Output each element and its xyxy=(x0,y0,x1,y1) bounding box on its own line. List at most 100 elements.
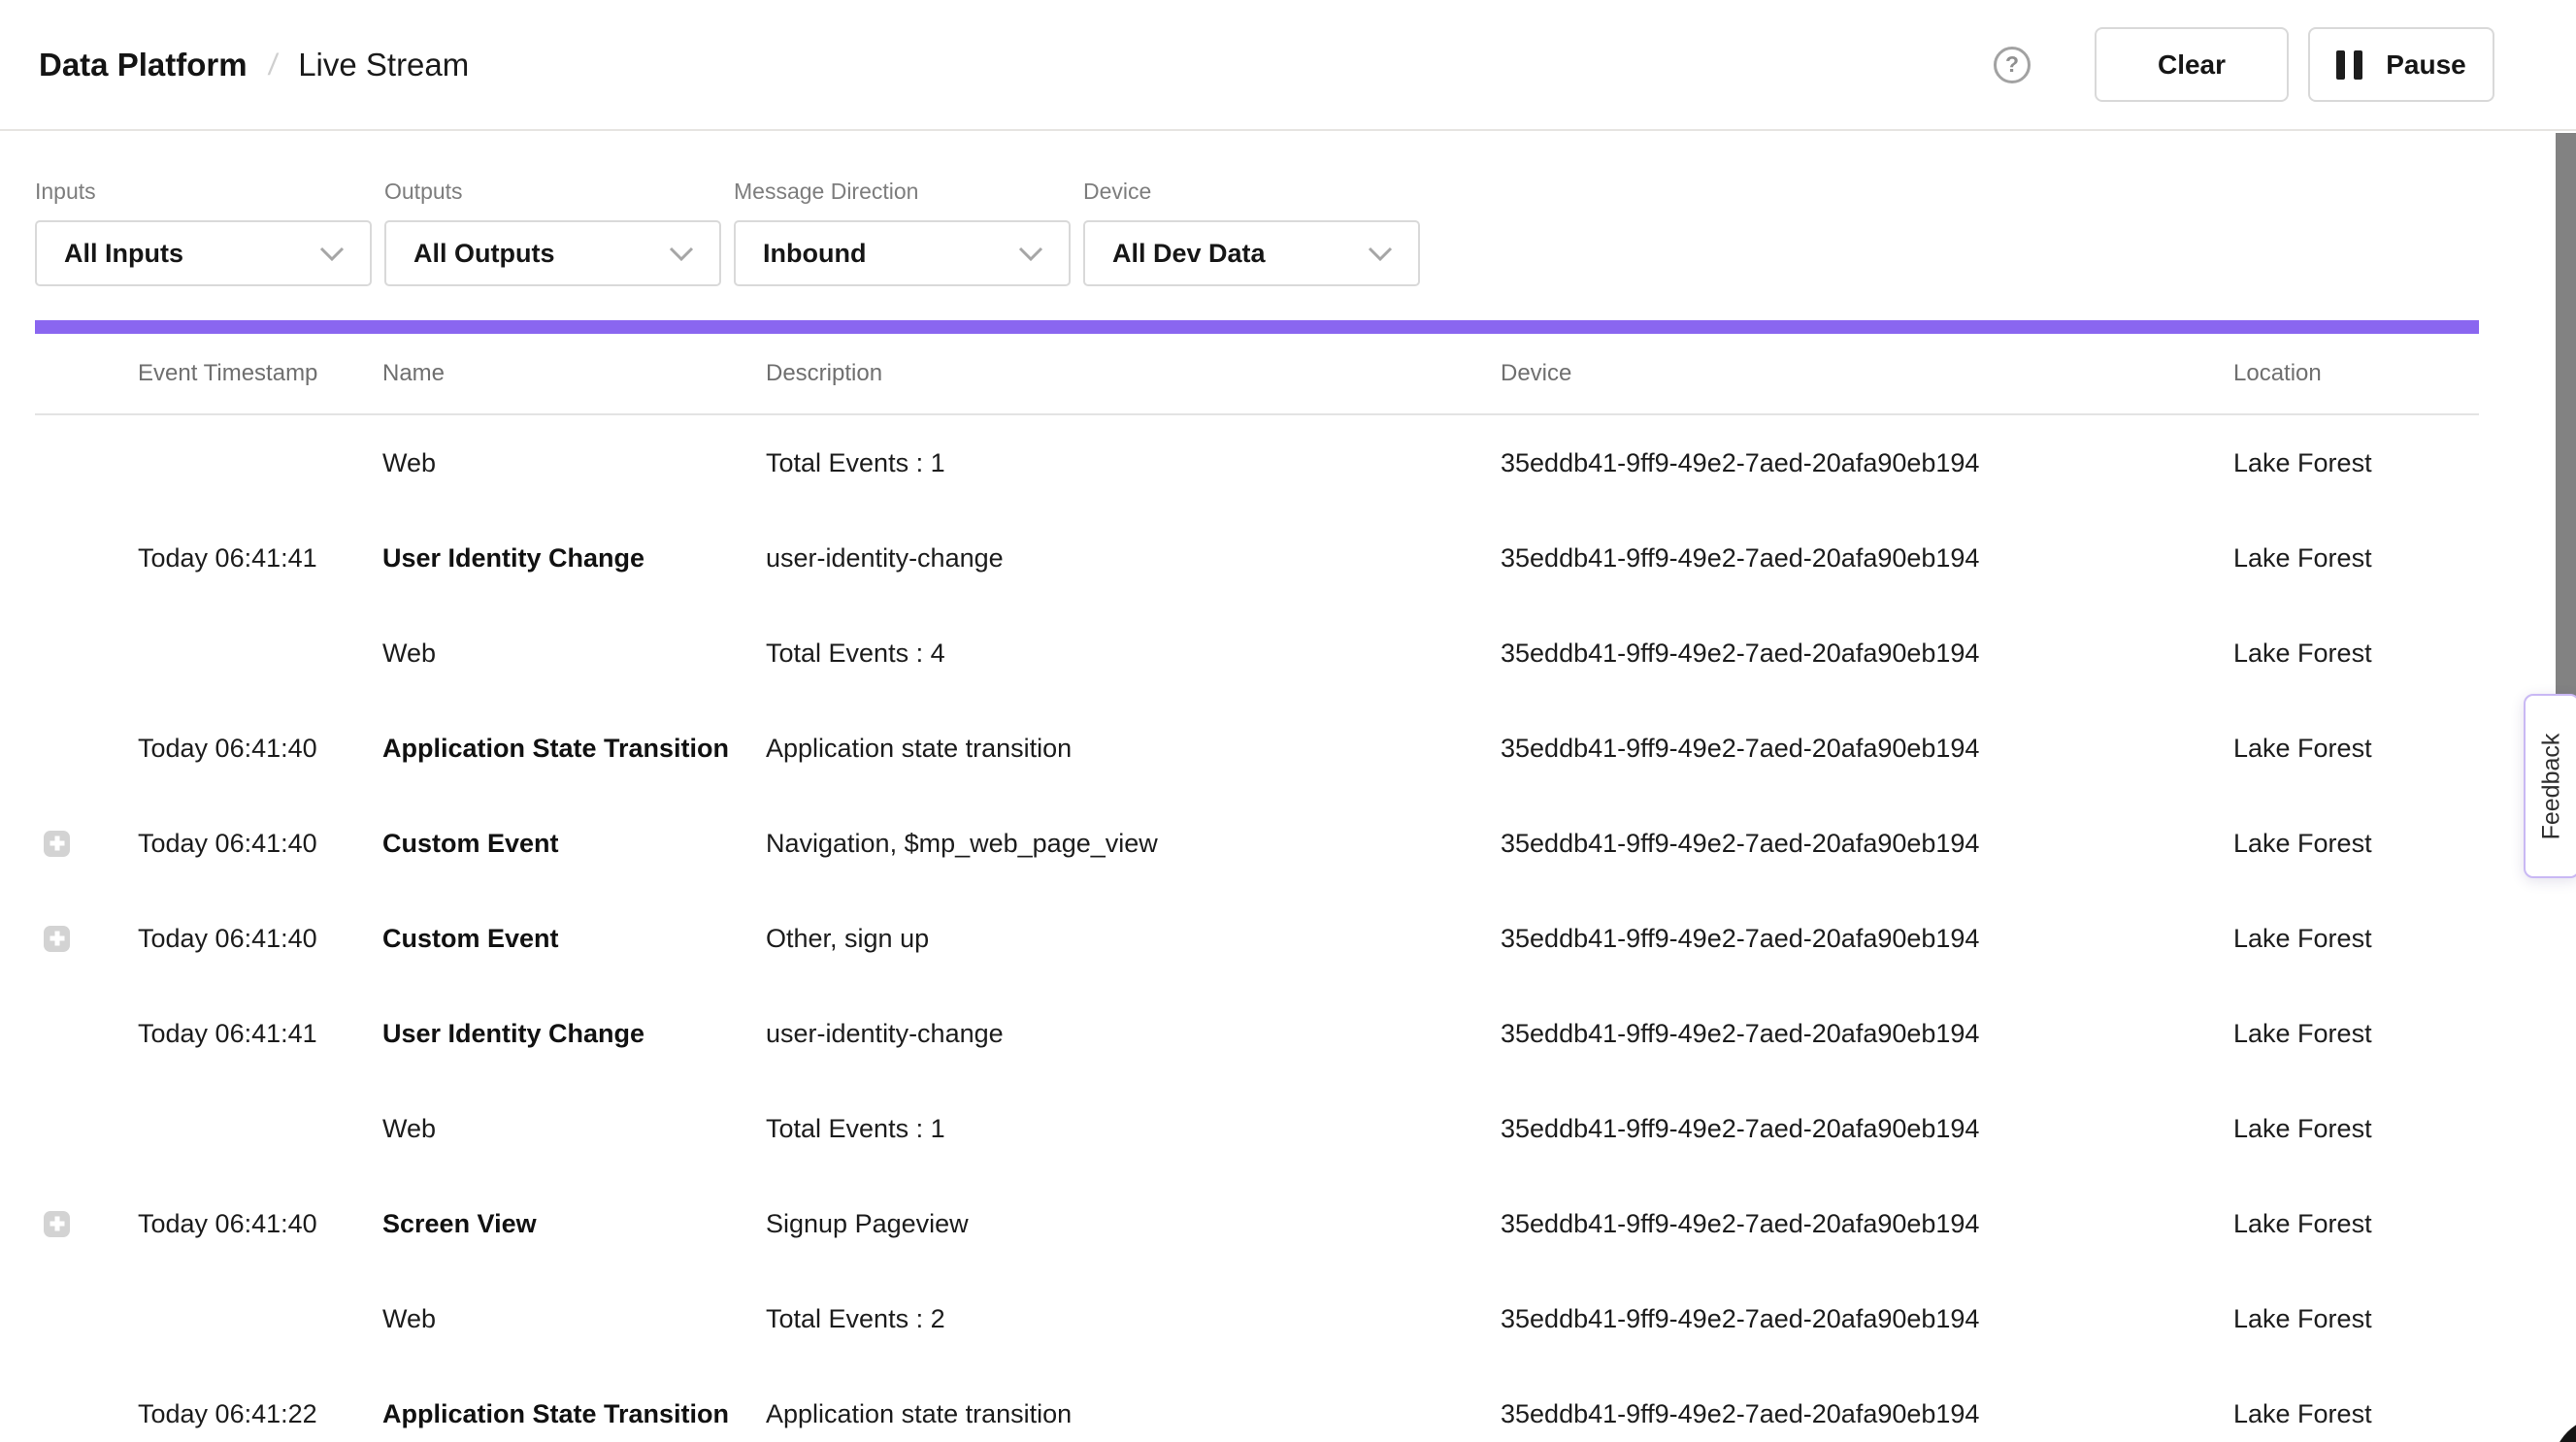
device-dropdown[interactable]: All Dev Data xyxy=(1083,220,1420,286)
event-location: Lake Forest xyxy=(2233,1019,2479,1049)
event-description: Total Events : 4 xyxy=(766,639,1501,669)
event-device-id: 35eddb41-9ff9-49e2-7aed-20afa90eb194 xyxy=(1501,1114,2233,1144)
message-direction-dropdown[interactable]: Inbound xyxy=(734,220,1071,286)
table-row: Today 06:41:40 Application State Transit… xyxy=(35,701,2479,796)
event-location: Lake Forest xyxy=(2233,448,2479,478)
device-dropdown-value: All Dev Data xyxy=(1112,239,1266,269)
event-table: Event Timestamp Name Description Device … xyxy=(35,334,2479,1442)
event-location: Lake Forest xyxy=(2233,734,2479,764)
table-row: Today 06:41:40 Custom Event Other, sign … xyxy=(35,891,2479,986)
expand-cell xyxy=(35,736,138,762)
filter-message-direction-label: Message Direction xyxy=(734,178,1071,205)
table-row: Today 06:41:40 Screen View Signup Pagevi… xyxy=(35,1176,2479,1271)
clear-button[interactable]: Clear xyxy=(2095,27,2289,102)
column-header-timestamp: Event Timestamp xyxy=(138,360,382,387)
help-icon[interactable]: ? xyxy=(1994,47,2031,83)
event-description: Total Events : 1 xyxy=(766,448,1501,478)
event-name: Web xyxy=(382,639,766,669)
stream-progress-bar xyxy=(35,320,2479,334)
event-description: Total Events : 2 xyxy=(766,1304,1501,1334)
column-header-name: Name xyxy=(382,360,766,387)
event-timestamp: Today 06:41:40 xyxy=(138,1209,382,1239)
expand-cell xyxy=(35,1211,138,1237)
event-name: Custom Event xyxy=(382,924,766,954)
table-row: Web Total Events : 4 35eddb41-9ff9-49e2-… xyxy=(35,606,2479,701)
expand-row-button[interactable] xyxy=(44,926,70,952)
filter-message-direction: Message Direction Inbound xyxy=(734,178,1071,286)
message-direction-dropdown-value: Inbound xyxy=(763,239,866,269)
expand-cell xyxy=(35,450,138,476)
filter-outputs-label: Outputs xyxy=(384,178,721,205)
table-row: Web Total Events : 2 35eddb41-9ff9-49e2-… xyxy=(35,1271,2479,1366)
expand-row-button[interactable] xyxy=(44,831,70,857)
event-device-id: 35eddb41-9ff9-49e2-7aed-20afa90eb194 xyxy=(1501,1019,2233,1049)
event-name: Web xyxy=(382,1304,766,1334)
event-location: Lake Forest xyxy=(2233,924,2479,954)
column-header-device: Device xyxy=(1501,360,2233,387)
pause-icon xyxy=(2336,50,2362,80)
vertical-scrollbar-thumb[interactable] xyxy=(2556,133,2576,735)
live-stream-page: Data Platform / Live Stream ? Clear Paus… xyxy=(0,0,2576,1442)
page-title: Live Stream xyxy=(298,47,469,83)
outputs-dropdown-value: All Outputs xyxy=(413,239,554,269)
expand-row-button[interactable] xyxy=(44,1211,70,1237)
expand-cell xyxy=(35,1021,138,1047)
event-description: Total Events : 1 xyxy=(766,1114,1501,1144)
event-name: Custom Event xyxy=(382,829,766,859)
event-timestamp: Today 06:41:22 xyxy=(138,1399,382,1429)
event-device-id: 35eddb41-9ff9-49e2-7aed-20afa90eb194 xyxy=(1501,924,2233,954)
event-location: Lake Forest xyxy=(2233,543,2479,574)
event-location: Lake Forest xyxy=(2233,829,2479,859)
event-name: Web xyxy=(382,1114,766,1144)
filter-device-label: Device xyxy=(1083,178,1420,205)
event-device-id: 35eddb41-9ff9-49e2-7aed-20afa90eb194 xyxy=(1501,1399,2233,1429)
expand-cell xyxy=(35,640,138,667)
clear-button-label: Clear xyxy=(2158,49,2226,81)
table-body: Web Total Events : 1 35eddb41-9ff9-49e2-… xyxy=(35,415,2479,1442)
event-name: Application State Transition xyxy=(382,1399,766,1429)
feedback-tab-label: Feedback xyxy=(2538,733,2566,839)
event-location: Lake Forest xyxy=(2233,1209,2479,1239)
event-device-id: 35eddb41-9ff9-49e2-7aed-20afa90eb194 xyxy=(1501,543,2233,574)
event-timestamp: Today 06:41:40 xyxy=(138,734,382,764)
event-timestamp: Today 06:41:40 xyxy=(138,924,382,954)
inputs-dropdown[interactable]: All Inputs xyxy=(35,220,372,286)
expand-cell xyxy=(35,1306,138,1332)
table-row: Today 06:41:41 User Identity Change user… xyxy=(35,510,2479,606)
table-header-row: Event Timestamp Name Description Device … xyxy=(35,334,2479,415)
column-header-location: Location xyxy=(2233,360,2479,387)
event-device-id: 35eddb41-9ff9-49e2-7aed-20afa90eb194 xyxy=(1501,1209,2233,1239)
event-device-id: 35eddb41-9ff9-49e2-7aed-20afa90eb194 xyxy=(1501,1304,2233,1334)
event-timestamp: Today 06:41:41 xyxy=(138,543,382,574)
filter-outputs: Outputs All Outputs xyxy=(384,178,721,286)
feedback-tab[interactable]: Feedback xyxy=(2524,694,2576,878)
event-description: Navigation, $mp_web_page_view xyxy=(766,829,1501,859)
event-device-id: 35eddb41-9ff9-49e2-7aed-20afa90eb194 xyxy=(1501,829,2233,859)
chevron-down-icon xyxy=(1018,246,1043,261)
event-description: user-identity-change xyxy=(766,1019,1501,1049)
pause-button[interactable]: Pause xyxy=(2308,27,2494,102)
table-row: Today 06:41:40 Custom Event Navigation, … xyxy=(35,796,2479,891)
pause-button-label: Pause xyxy=(2386,49,2466,81)
table-row: Web Total Events : 1 35eddb41-9ff9-49e2-… xyxy=(35,415,2479,510)
table-row: Web Total Events : 1 35eddb41-9ff9-49e2-… xyxy=(35,1081,2479,1176)
event-location: Lake Forest xyxy=(2233,639,2479,669)
event-name: Application State Transition xyxy=(382,734,766,764)
event-device-id: 35eddb41-9ff9-49e2-7aed-20afa90eb194 xyxy=(1501,448,2233,478)
event-description: Application state transition xyxy=(766,734,1501,764)
chat-bubble-button[interactable] xyxy=(2552,1416,2576,1442)
filter-inputs: Inputs All Inputs xyxy=(35,178,372,286)
outputs-dropdown[interactable]: All Outputs xyxy=(384,220,721,286)
event-description: user-identity-change xyxy=(766,543,1501,574)
inputs-dropdown-value: All Inputs xyxy=(64,239,183,269)
chevron-down-icon xyxy=(1368,246,1393,261)
event-location: Lake Forest xyxy=(2233,1114,2479,1144)
breadcrumb-section: Data Platform xyxy=(39,47,248,83)
expand-cell xyxy=(35,1401,138,1427)
filter-inputs-label: Inputs xyxy=(35,178,372,205)
filter-device: Device All Dev Data xyxy=(1083,178,1420,286)
event-name: Web xyxy=(382,448,766,478)
event-device-id: 35eddb41-9ff9-49e2-7aed-20afa90eb194 xyxy=(1501,734,2233,764)
expand-cell xyxy=(35,1116,138,1142)
column-header-description: Description xyxy=(766,360,1501,387)
